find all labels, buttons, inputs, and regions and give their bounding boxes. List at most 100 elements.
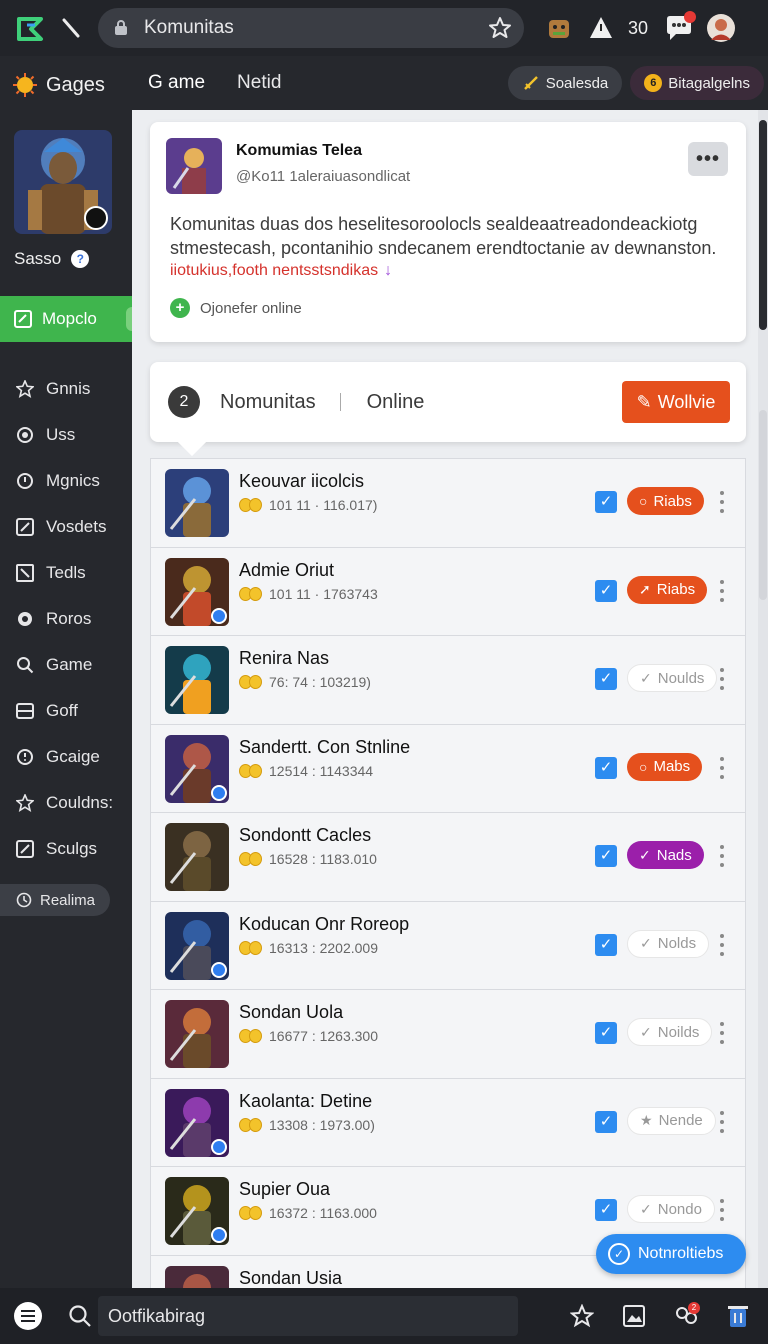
user-avatar[interactable]: [14, 130, 112, 234]
row-checkbox[interactable]: ✓: [595, 1022, 617, 1044]
sidebar-brand[interactable]: Gages: [0, 56, 132, 114]
game-name[interactable]: Keouvar iicolcis: [239, 471, 364, 492]
game-row[interactable]: Sondontt Cacles 16528 : 1183.010 ✓ ✓ Nads: [151, 813, 745, 902]
search-icon[interactable]: [68, 1304, 92, 1328]
game-thumbnail[interactable]: [165, 734, 229, 803]
game-name[interactable]: Sondan Uola: [239, 1002, 343, 1023]
help-icon[interactable]: ?: [71, 250, 90, 268]
tab-nomunitas[interactable]: Nomunitas: [220, 391, 316, 414]
chip-soalesda[interactable]: Soalesda: [507, 66, 623, 100]
sidebar-item-gnnis[interactable]: Gnnis: [0, 366, 132, 412]
sidebar-item-couldns[interactable]: Couldns:: [0, 780, 132, 826]
game-row[interactable]: Koducan Onr Roreop 16313 : 2202.009 ✓ ✓ Nold…: [151, 901, 745, 990]
row-checkbox[interactable]: ✓: [595, 845, 617, 867]
status-pill[interactable]: ✓ Nads: [627, 841, 704, 869]
row-checkbox[interactable]: ✓: [595, 933, 617, 956]
game-thumbnail[interactable]: [165, 557, 229, 626]
sidebar-item-sculgs[interactable]: Sculgs: [0, 826, 132, 872]
post-link[interactable]: iiotukius,footh nentsstsndikas ↓: [170, 262, 392, 280]
sidebar-item-tedls[interactable]: Tedls: [0, 550, 132, 596]
star-icon[interactable]: [568, 1302, 596, 1330]
row-menu-icon[interactable]: [719, 933, 725, 956]
sidebar-item-uss[interactable]: Uss: [0, 412, 132, 458]
game-name[interactable]: Sondontt Cacles: [239, 825, 371, 846]
game-row[interactable]: Admie Oriut 101 11 · 1763743 ✓ ➚ Riabs: [151, 547, 745, 636]
game-character-icon[interactable]: [542, 11, 576, 45]
profile-avatar-icon[interactable]: [704, 11, 738, 45]
status-pill[interactable]: ✓ Noulds: [627, 664, 718, 692]
image-icon[interactable]: [620, 1302, 648, 1330]
row-checkbox[interactable]: ✓: [595, 756, 617, 779]
address-bar[interactable]: Komunitas: [98, 8, 524, 48]
game-thumbnail[interactable]: [165, 469, 229, 537]
sidebar-item-gcaige[interactable]: Gcaige: [0, 734, 132, 780]
game-row[interactable]: Keouvar iicolcis 101 11 · 116.017) ✓ ○ Riabs: [151, 459, 745, 548]
game-row[interactable]: Sondan Uola 16677 : 1263.300 ✓ ✓ Noilds: [151, 990, 745, 1079]
row-menu-icon[interactable]: [719, 1022, 725, 1044]
game-name[interactable]: Koducan Onr Roreop: [239, 914, 409, 935]
sidebar-item-vosdets[interactable]: Vosdets: [0, 504, 132, 550]
row-checkbox[interactable]: ✓: [595, 1110, 617, 1133]
game-thumbnail[interactable]: [165, 1000, 229, 1068]
chat-icon[interactable]: [662, 11, 697, 45]
sidebar-item-goff[interactable]: Goff: [0, 688, 132, 734]
sidebar-item-roros[interactable]: Roros: [0, 596, 132, 642]
status-pill[interactable]: ○ Riabs: [627, 487, 704, 515]
row-menu-icon[interactable]: [719, 491, 725, 513]
row-checkbox[interactable]: ✓: [595, 579, 617, 602]
row-checkbox[interactable]: ✓: [595, 491, 617, 513]
post-thumbnail[interactable]: [166, 138, 222, 194]
status-pill[interactable]: ✓ Nolds: [627, 929, 710, 958]
game-row[interactable]: Sandertt. Con Stnline 12514 : 1143344 ✓ ○ Ma…: [151, 724, 745, 813]
game-name[interactable]: Sondan Usia: [239, 1268, 342, 1289]
row-menu-icon[interactable]: [719, 1110, 725, 1133]
menu-icon[interactable]: [14, 1302, 42, 1330]
bottom-search-input[interactable]: Ootfikabirag: [98, 1296, 518, 1336]
app-logo-icon[interactable]: [10, 8, 50, 48]
tab-netid[interactable]: Netid: [221, 56, 297, 110]
game-name[interactable]: Supier Oua: [239, 1179, 330, 1200]
wollvie-button[interactable]: ✎ Wollvie: [622, 381, 730, 423]
scrollbar-thumb[interactable]: [759, 120, 767, 330]
row-menu-icon[interactable]: [719, 845, 725, 867]
tab-game[interactable]: G ame: [132, 56, 221, 110]
pen-icon[interactable]: [56, 13, 86, 43]
game-thumbnail[interactable]: [165, 823, 229, 891]
game-name[interactable]: Admie Oriut: [239, 560, 334, 581]
status-pill[interactable]: ○ Mabs: [627, 752, 703, 781]
game-thumbnail[interactable]: [165, 1088, 229, 1157]
game-name[interactable]: Kaolanta: Detine: [239, 1091, 372, 1112]
game-name[interactable]: Sandertt. Con Stnline: [239, 737, 410, 758]
more-options-button[interactable]: •••: [688, 142, 728, 176]
group-icon[interactable]: 2: [672, 1302, 700, 1330]
status-pill[interactable]: ★ Nende: [627, 1106, 716, 1135]
game-name[interactable]: Renira Nas: [239, 648, 329, 669]
row-menu-icon[interactable]: [719, 756, 725, 779]
sidebar-item-active[interactable]: Mopclo: [0, 296, 138, 342]
game-row[interactable]: Kaolanta: Detine 13308 : 1973.00) ✓ ★ Nende: [151, 1078, 745, 1167]
tab-online[interactable]: Online: [367, 391, 425, 414]
alert-triangle-icon[interactable]: [584, 11, 618, 45]
status-pill[interactable]: ➚ Riabs: [627, 575, 708, 604]
status-pill[interactable]: ✓ Nondo: [627, 1195, 715, 1223]
row-checkbox[interactable]: ✓: [595, 1199, 617, 1221]
game-thumbnail[interactable]: [165, 911, 229, 980]
game-thumbnail[interactable]: [165, 646, 229, 714]
row-menu-icon[interactable]: [719, 668, 725, 690]
sidebar-item-game[interactable]: Game: [0, 642, 132, 688]
status-pill[interactable]: ✓ Noilds: [627, 1018, 713, 1046]
sidebar-item-mgnics[interactable]: Mgnics: [0, 458, 132, 504]
row-checkbox[interactable]: ✓: [595, 668, 617, 690]
chip-bitagalgelns[interactable]: 6 Bitagalgelns: [630, 66, 764, 100]
game-thumbnail[interactable]: [165, 1265, 229, 1288]
row-menu-icon[interactable]: [719, 1199, 725, 1221]
sidebar-pill-realima[interactable]: Realima: [0, 884, 110, 916]
game-row[interactable]: Renira Nas 76: 74 : 103219) ✓ ✓ Noulds: [151, 636, 745, 725]
bookmark-star-icon[interactable]: [488, 16, 512, 40]
notifications-toast[interactable]: ✓ Notnroltiebs: [596, 1234, 746, 1274]
row-menu-icon[interactable]: [719, 579, 725, 602]
camera-icon[interactable]: [84, 206, 108, 230]
scrollbar[interactable]: [758, 110, 768, 1288]
trash-icon[interactable]: [724, 1302, 752, 1330]
game-thumbnail[interactable]: [165, 1177, 229, 1245]
